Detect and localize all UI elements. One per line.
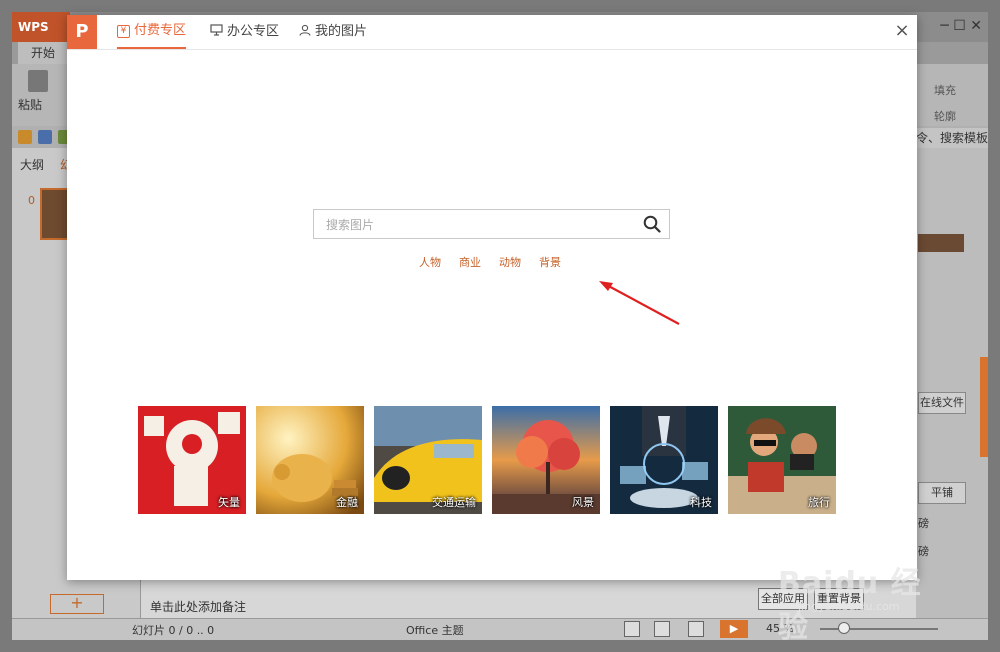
dialog-header [67, 15, 917, 50]
fill-button[interactable]: 填充 [934, 82, 956, 98]
category-label: 旅行 [808, 496, 830, 509]
slide-number: 0 [28, 194, 35, 207]
hot-tag-animals[interactable]: 动物 [499, 254, 521, 270]
image-library-dialog: P ¥ 付费专区 办公专区 我的图片 × 人物 商业 动物 背景 [67, 15, 917, 580]
hot-tag-business[interactable]: 商业 [459, 254, 481, 270]
search-box [313, 209, 670, 240]
status-slide-count: 幻灯片 0 / 0 .. 0 [132, 624, 215, 637]
search-template-strip[interactable]: 令、搜索模板 [916, 128, 988, 148]
notes-placeholder[interactable]: 单击此处添加备注 [150, 598, 246, 615]
normal-view-icon[interactable] [624, 621, 640, 637]
category-travel[interactable]: 旅行 [728, 406, 836, 514]
category-transport[interactable]: 交通运输 [374, 406, 482, 514]
tab-outline[interactable]: 大纲 [20, 156, 44, 173]
paste-icon [28, 70, 48, 92]
dialog-logo: P [67, 15, 97, 49]
paste-label: 粘贴 [18, 98, 43, 112]
search-input[interactable] [314, 210, 638, 240]
tab-paid-label: 付费专区 [134, 23, 187, 38]
tab-start[interactable]: 开始 [18, 42, 68, 64]
category-label: 科技 [690, 496, 712, 509]
tab-my-images-label: 我的图片 [315, 24, 368, 39]
category-label: 金融 [336, 496, 358, 509]
save-icon[interactable] [38, 130, 52, 144]
tab-paid-zone[interactable]: ¥ 付费专区 [117, 15, 187, 49]
slide-sorter-icon[interactable] [654, 621, 670, 637]
category-finance[interactable]: 金融 [256, 406, 364, 514]
category-scenery[interactable]: 风景 [492, 406, 600, 514]
add-slide-button[interactable]: + [50, 594, 104, 614]
reading-view-icon[interactable] [688, 621, 704, 637]
monitor-icon [210, 15, 223, 49]
yen-icon: ¥ [117, 24, 130, 38]
user-icon [299, 15, 311, 49]
watermark-url: jingyan.baidu.com [798, 600, 900, 613]
search-icon[interactable] [643, 215, 661, 233]
close-button[interactable]: × [893, 22, 911, 40]
tab-my-images[interactable]: 我的图片 [299, 15, 367, 49]
tab-office-zone[interactable]: 办公专区 [210, 15, 279, 49]
status-theme: Office 主题 [406, 624, 464, 637]
baidu-watermark: Baidu 经验 jingyan.baidu.com [748, 540, 948, 645]
hot-tag-people[interactable]: 人物 [419, 254, 441, 270]
offset-pound-label: 磅 [918, 517, 929, 530]
category-technology[interactable]: 科技 [610, 406, 718, 514]
tile-select[interactable]: 平铺 [918, 482, 966, 504]
paste-button[interactable]: 粘贴 [18, 68, 58, 118]
outline-button[interactable]: 轮廓 [934, 108, 956, 124]
window-controls[interactable]: ─ ☐ ✕ [940, 18, 982, 34]
texture-preview[interactable] [918, 234, 964, 252]
pane-collapse-handle[interactable] [980, 357, 988, 457]
category-label: 矢量 [218, 496, 240, 509]
red-arrow-annotation [599, 281, 680, 325]
tab-office-label: 办公专区 [227, 24, 280, 39]
online-file-button[interactable]: 在线文件 [918, 392, 966, 414]
category-label: 风景 [572, 496, 594, 509]
play-slideshow-button[interactable]: ▶ [720, 620, 748, 638]
category-label: 交通运输 [432, 496, 476, 509]
hot-tag-background[interactable]: 背景 [539, 254, 561, 270]
open-folder-icon[interactable] [18, 130, 32, 144]
category-vector[interactable]: 矢量 [138, 406, 246, 514]
wps-logo[interactable]: WPS [12, 12, 70, 42]
